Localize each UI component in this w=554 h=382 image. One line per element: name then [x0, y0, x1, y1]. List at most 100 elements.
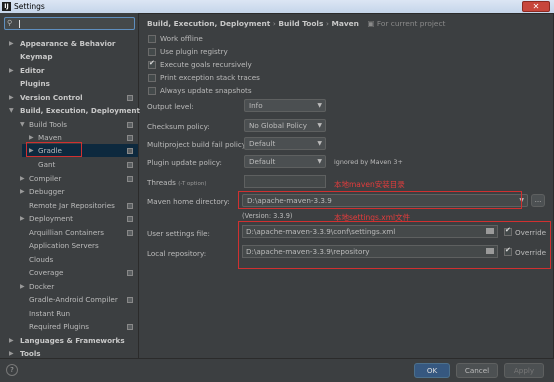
tree-item-app-servers[interactable]: Application Servers [29, 240, 99, 252]
output-level-select[interactable]: Info ▼ [244, 99, 326, 112]
plugin-registry-checkbox[interactable] [148, 48, 156, 56]
tree-item-deployment[interactable]: Deployment [29, 213, 73, 225]
execute-goals-checkbox[interactable] [148, 59, 156, 69]
tree-item-required-plugins[interactable]: Required Plugins [29, 321, 89, 333]
user-settings-label: User settings file: [147, 229, 210, 238]
settings-highlight-box [238, 221, 551, 269]
checksum-policy-select[interactable]: No Global Policy ▼ [244, 119, 326, 132]
for-current-project-note: ▣ For current project [367, 19, 446, 28]
tree-item-languages[interactable]: Languages & Frameworks [20, 335, 125, 347]
tree-item-build-execution-deployment[interactable]: Build, Execution, Deployment [20, 105, 140, 117]
tree-item-build-tools[interactable]: Build Tools [29, 119, 67, 131]
breadcrumb-separator: › [325, 19, 329, 28]
tree-item-plugins[interactable]: Plugins [20, 78, 50, 90]
ok-button[interactable]: OK [414, 363, 450, 378]
project-scope-icon [127, 324, 133, 330]
local-repo-label: Local repository: [147, 249, 207, 258]
plugin-update-select[interactable]: Default ▼ [244, 155, 326, 168]
project-scope-icon [127, 216, 133, 222]
tree-item-coverage[interactable]: Coverage [29, 267, 63, 279]
close-button[interactable]: ✕ [522, 1, 550, 12]
checksum-policy-label: Checksum policy: [147, 122, 210, 131]
breadcrumb-separator: › [272, 19, 276, 28]
expand-arrow-icon[interactable]: ▶ [20, 283, 25, 290]
project-scope-icon [127, 176, 133, 182]
output-level-label: Output level: [147, 102, 194, 111]
project-scope-icon [127, 95, 133, 101]
intellij-icon: IJ [2, 2, 11, 11]
threads-input[interactable] [244, 175, 326, 188]
plugin-update-label: Plugin update policy: [147, 158, 222, 167]
expand-arrow-icon[interactable]: ▶ [9, 40, 14, 47]
work-offline-checkbox[interactable] [148, 35, 156, 43]
tree-item-appearance[interactable]: Appearance & Behavior [20, 38, 115, 50]
tree-item-keymap[interactable]: Keymap [20, 51, 53, 63]
threads-label: Threads (-T option) [147, 178, 206, 187]
expand-arrow-icon[interactable]: ▶ [29, 134, 34, 141]
tree-item-compiler[interactable]: Compiler [29, 173, 61, 185]
project-scope-icon [127, 162, 133, 168]
update-snapshots-checkbox[interactable] [148, 87, 156, 95]
plugin-registry-label: Use plugin registry [160, 47, 228, 56]
expand-arrow-icon[interactable]: ▶ [20, 175, 25, 182]
project-scope-icon [127, 203, 133, 209]
expand-arrow-icon[interactable]: ▶ [9, 67, 14, 74]
dialog-footer: ? OK Cancel Apply [0, 358, 554, 382]
search-input[interactable]: ⚲ [4, 17, 135, 30]
plugin-update-value: Default [249, 157, 276, 166]
print-traces-checkbox[interactable] [148, 74, 156, 82]
expand-arrow-icon[interactable]: ▶ [9, 94, 14, 101]
expand-arrow-icon[interactable]: ▶ [20, 215, 25, 222]
home-annotation: 本地maven安装目录 [334, 180, 405, 189]
fail-policy-label: Multiproject build fail policy: [147, 140, 249, 149]
threads-hint: (-T option) [178, 181, 207, 187]
breadcrumb-part: Maven [331, 19, 359, 28]
plugin-update-note: ignored by Maven 3+ [334, 158, 403, 166]
collapse-arrow-icon[interactable]: ▼ [9, 107, 14, 114]
tree-item-tools[interactable]: Tools [20, 348, 41, 358]
breadcrumb-part: Build, Execution, Deployment [147, 19, 271, 28]
tree-item-clouds[interactable]: Clouds [29, 254, 53, 266]
apply-button[interactable]: Apply [504, 363, 544, 378]
maven-version: (Version: 3.3.9) [242, 212, 293, 220]
update-snapshots-label: Always update snapshots [160, 86, 252, 95]
expand-arrow-icon[interactable]: ▶ [9, 350, 14, 357]
breadcrumb: Build, Execution, Deployment › Build Too… [147, 19, 445, 28]
threads-label-text: Threads [147, 178, 176, 187]
tree-item-remote-jar[interactable]: Remote Jar Repositories [29, 200, 115, 212]
fail-policy-select[interactable]: Default ▼ [244, 137, 326, 150]
execute-goals-label: Execute goals recursively [160, 60, 252, 69]
chevron-down-icon: ▼ [317, 102, 322, 109]
tree-item-instant-run[interactable]: Instant Run [29, 308, 70, 320]
tree-item-debugger[interactable]: Debugger [29, 186, 65, 198]
text-cursor [19, 20, 20, 28]
help-icon[interactable]: ? [6, 364, 18, 376]
settings-sidebar: ⚲ ▶ Appearance & Behavior Keymap ▶ Edito… [0, 13, 140, 358]
expand-arrow-icon[interactable]: ▶ [20, 188, 25, 195]
tree-item-gradle-android[interactable]: Gradle-Android Compiler [29, 294, 118, 306]
project-scope-icon [127, 148, 133, 154]
print-traces-label: Print exception stack traces [160, 73, 260, 82]
project-scope-icon [127, 230, 133, 236]
project-scope-icon [127, 270, 133, 276]
tree-item-arquillian[interactable]: Arquillian Containers [29, 227, 104, 239]
tree-item-version-control[interactable]: Version Control [20, 92, 83, 104]
output-level-value: Info [249, 101, 263, 110]
tree-item-docker[interactable]: Docker [29, 281, 54, 293]
fail-policy-value: Default [249, 139, 276, 148]
tree-item-editor[interactable]: Editor [20, 65, 44, 77]
expand-arrow-icon[interactable]: ▶ [9, 337, 14, 344]
project-scope-icon [127, 122, 133, 128]
browse-button[interactable]: ... [531, 194, 545, 207]
maven-settings-panel: Build, Execution, Deployment › Build Too… [140, 13, 554, 358]
tree-item-gant[interactable]: Gant [38, 159, 55, 171]
cancel-button[interactable]: Cancel [456, 363, 498, 378]
project-scope-icon [127, 297, 133, 303]
chevron-down-icon: ▼ [317, 122, 322, 129]
collapse-arrow-icon[interactable]: ▼ [20, 121, 25, 128]
project-scope-icon [127, 135, 133, 141]
checksum-policy-value: No Global Policy [249, 121, 307, 130]
work-offline-label: Work offline [160, 34, 203, 43]
chevron-down-icon: ▼ [317, 158, 322, 165]
maven-highlight-box [26, 142, 82, 157]
